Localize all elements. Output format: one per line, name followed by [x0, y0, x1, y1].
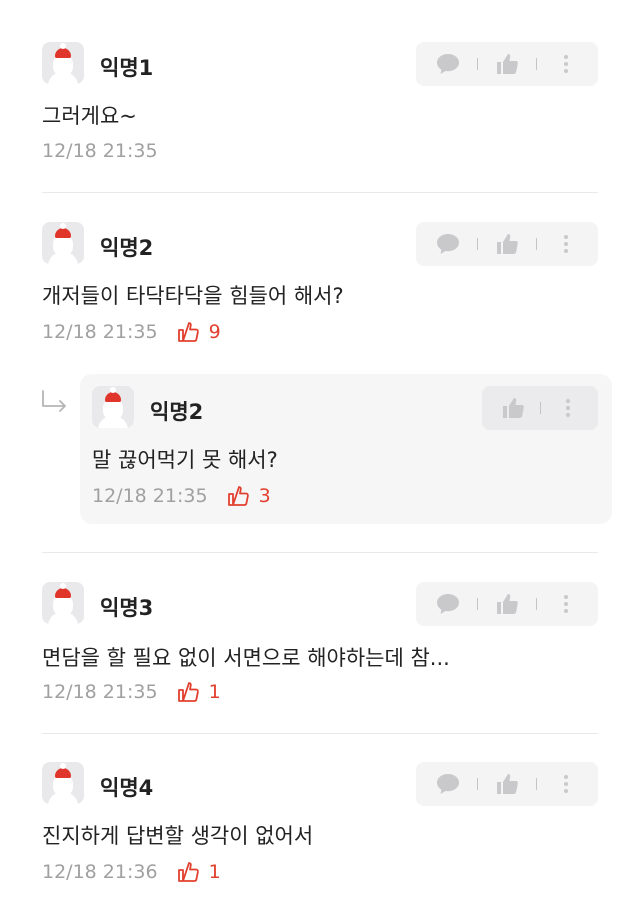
thumbs-up-icon: [496, 234, 518, 254]
comment-meta: 12/18 21:35: [42, 140, 158, 162]
speech-bubble-icon: [436, 594, 459, 614]
reply-button[interactable]: [430, 226, 466, 262]
divider: [536, 238, 538, 250]
comment-actions: [416, 222, 598, 266]
avatar[interactable]: [42, 582, 84, 624]
comment-time: 12/18 21:35: [42, 321, 158, 343]
divider: [536, 58, 538, 70]
avatar[interactable]: [42, 762, 84, 804]
thumbs-up-outline-icon: [227, 486, 249, 506]
avatar[interactable]: [92, 386, 134, 428]
like-count-value: 1: [208, 861, 221, 883]
thumbs-up-icon: [496, 774, 518, 794]
speech-bubble-icon: [436, 774, 459, 794]
reply-arrow-icon: [42, 390, 66, 412]
vertical-dots-icon: [564, 775, 569, 793]
like-count: 1: [176, 860, 221, 884]
like-count: 1: [176, 680, 221, 704]
reply-time: 12/18 21:35: [92, 485, 208, 507]
comment-meta: 12/18 21:35 9: [42, 320, 221, 344]
comment-time: 12/18 21:36: [42, 861, 158, 883]
like-button[interactable]: [495, 390, 531, 426]
comment-time: 12/18 21:35: [42, 140, 158, 162]
comment-author: 익명4: [100, 776, 154, 800]
comment-meta: 12/18 21:35 1: [42, 680, 221, 704]
divider: [476, 598, 478, 610]
comment-item: 익명4 진지하게 답변할 생각이 없어서 12/18 21:36 1: [0, 720, 640, 904]
divider: [476, 778, 478, 790]
divider: [476, 58, 478, 70]
thumbs-up-icon: [496, 54, 518, 74]
like-count-value: 9: [208, 321, 221, 343]
reply-text: 말 끊어먹기 못 해서?: [92, 448, 278, 472]
comment-text: 진지하게 답변할 생각이 없어서: [42, 824, 314, 848]
comment-item: 익명1 그러게요~ 12/18 21:35: [0, 0, 640, 190]
comment-author: 익명2: [100, 236, 154, 260]
thumbs-up-outline-icon: [177, 322, 199, 342]
speech-bubble-icon: [436, 54, 459, 74]
thumbs-up-outline-icon: [177, 862, 199, 882]
like-button[interactable]: [489, 226, 525, 262]
divider: [536, 598, 538, 610]
comment-meta: 12/18 21:36 1: [42, 860, 221, 884]
comment-text: 개저들이 타닥타닥을 힘들어 해서?: [42, 284, 344, 308]
like-button[interactable]: [489, 46, 525, 82]
comment-item: 익명2 개저들이 타닥타닥을 힘들어 해서? 12/18 21:35 9: [0, 180, 640, 360]
more-button[interactable]: [548, 766, 584, 802]
like-count-value: 1: [208, 681, 221, 703]
thumbs-up-outline-icon: [177, 682, 199, 702]
reply-button[interactable]: [430, 766, 466, 802]
comment-author: 익명1: [100, 56, 154, 80]
divider: [539, 402, 541, 414]
like-button[interactable]: [489, 766, 525, 802]
vertical-dots-icon: [565, 399, 570, 417]
divider: [476, 238, 478, 250]
divider: [536, 778, 538, 790]
comment-text: 그러게요~: [42, 104, 137, 128]
like-count: 9: [176, 320, 221, 344]
speech-bubble-icon: [436, 234, 459, 254]
reply-author: 익명2: [150, 400, 204, 424]
more-button[interactable]: [550, 390, 586, 426]
comment-text: 면담을 할 필요 없이 서면으로 해야하는데 참...: [42, 646, 450, 670]
vertical-dots-icon: [564, 595, 569, 613]
avatar[interactable]: [42, 222, 84, 264]
reply-button[interactable]: [430, 46, 466, 82]
vertical-dots-icon: [564, 235, 569, 253]
comment-author: 익명3: [100, 596, 154, 620]
more-button[interactable]: [548, 586, 584, 622]
more-button[interactable]: [548, 226, 584, 262]
more-button[interactable]: [548, 46, 584, 82]
reply-meta: 12/18 21:35 3: [92, 484, 271, 508]
reply-actions: [482, 386, 598, 430]
reply-button[interactable]: [430, 586, 466, 622]
reply-item: 익명2 말 끊어먹기 못 해서? 12/18 21:35 3: [80, 374, 612, 524]
comment-actions: [416, 42, 598, 86]
thumbs-up-icon: [496, 594, 518, 614]
like-button[interactable]: [489, 586, 525, 622]
comment-item: 익명3 면담을 할 필요 없이 서면으로 해야하는데 참... 12/18 21…: [0, 540, 640, 730]
comment-time: 12/18 21:35: [42, 681, 158, 703]
like-count: 3: [226, 484, 271, 508]
vertical-dots-icon: [564, 55, 569, 73]
avatar[interactable]: [42, 42, 84, 84]
thumbs-up-icon: [502, 398, 524, 418]
comment-actions: [416, 762, 598, 806]
like-count-value: 3: [258, 485, 271, 507]
comment-actions: [416, 582, 598, 626]
